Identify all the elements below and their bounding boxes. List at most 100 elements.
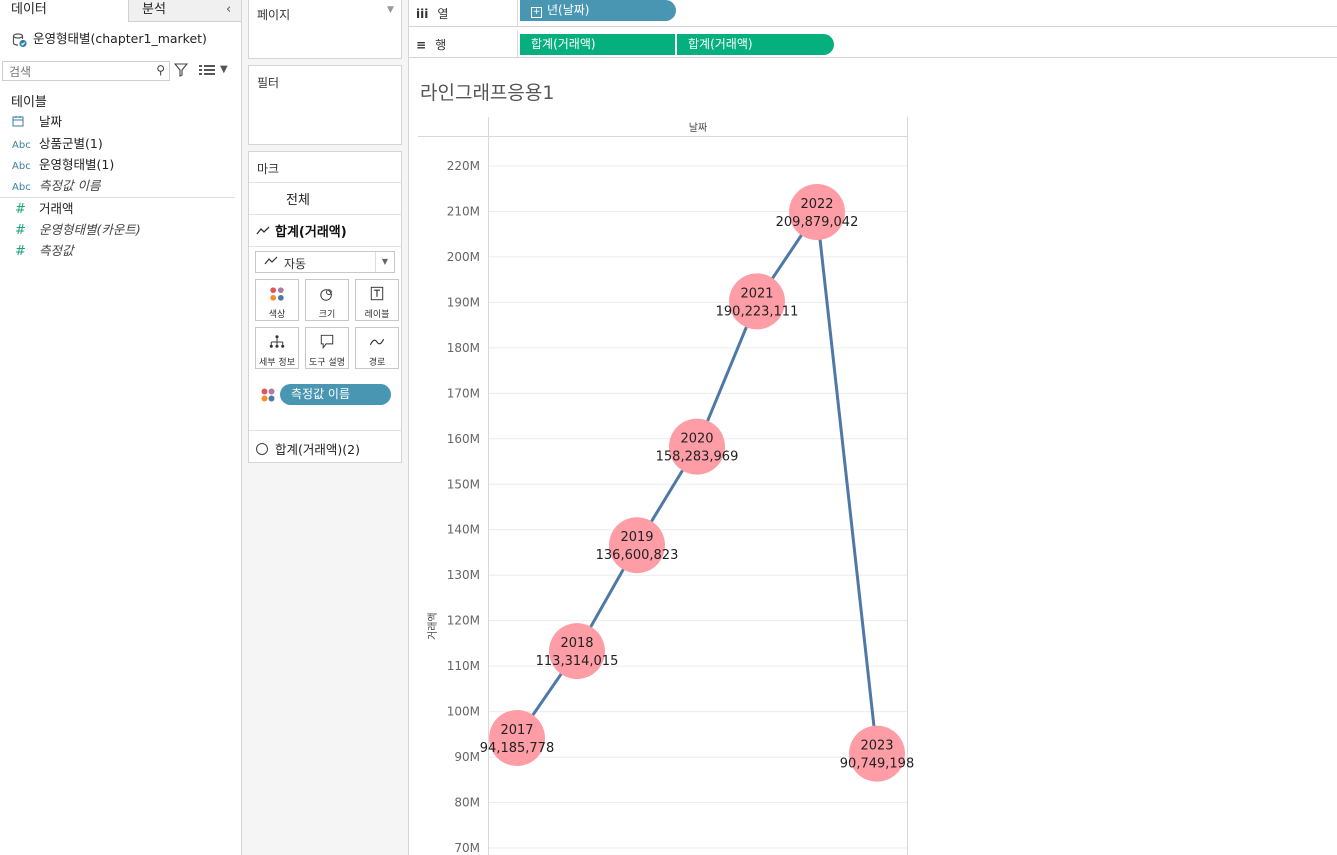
y-tick-label: 110M — [447, 659, 480, 673]
chevron-down-icon[interactable]: ▼ — [387, 5, 394, 15]
axis-divider — [488, 117, 489, 855]
data-point-marker[interactable] — [489, 710, 545, 767]
data-label-year: 2017 — [500, 723, 533, 738]
data-label-value: 158,283,969 — [656, 450, 739, 465]
rows-icon: ≡ — [416, 38, 427, 52]
divider — [249, 182, 401, 183]
marks-card: 마크 전체 합계(거래액) 자동 ▼ 색상 크기 레이블 세부 정보 도구 설명… — [248, 151, 402, 463]
sum-amount-pill[interactable]: 합계(거래액) — [520, 34, 675, 55]
divider — [517, 31, 518, 57]
mark-type-value: 자동 — [284, 257, 307, 271]
datasource-icon — [12, 32, 27, 47]
y-tick-label: 80M — [454, 796, 480, 810]
field-measure-names[interactable]: Abc 측정값 이름 — [12, 176, 100, 196]
data-point-marker[interactable] — [849, 725, 905, 782]
number-type-icon: # — [15, 223, 26, 238]
data-label-value: 190,223,111 — [716, 304, 799, 319]
header-divider — [418, 136, 908, 137]
series-line — [515, 210, 879, 754]
data-point-marker[interactable] — [549, 623, 605, 680]
marks-tab-sum[interactable]: 합계(거래액) — [256, 221, 347, 240]
marks-tab-all[interactable]: 전체 — [286, 189, 310, 208]
data-point-marker[interactable] — [669, 418, 725, 475]
search-input[interactable] — [7, 63, 151, 81]
search-icon[interactable]: ⚲ — [156, 63, 165, 77]
field-date[interactable]: 날짜 — [12, 112, 62, 132]
year-date-pill[interactable]: + 년(날짜) — [520, 0, 676, 21]
y-tick-label: 210M — [447, 204, 480, 218]
year-date-pill-label: 년(날짜) — [547, 3, 590, 17]
filter-icon[interactable] — [174, 63, 188, 77]
field-label: 운영형태별(1) — [39, 157, 115, 172]
y-tick-label: 100M — [447, 705, 480, 719]
column-header: 날짜 — [688, 123, 708, 134]
marks-sum-label: 합계(거래액) — [275, 225, 347, 240]
field-operation-type[interactable]: Abc 운영형태별(1) — [12, 155, 114, 175]
pages-card-title: 페이지 — [257, 8, 291, 22]
y-tick-label: 120M — [447, 614, 480, 628]
string-type-icon: Abc — [12, 140, 31, 151]
field-label: 측정값 이름 — [39, 178, 101, 193]
text-label-icon — [370, 286, 384, 301]
y-tick-label: 70M — [454, 841, 480, 855]
tooltip-button-label: 도구 설명 — [309, 358, 345, 368]
line-mark-icon — [264, 256, 278, 265]
field-measure-values[interactable]: # 측정값 — [12, 241, 74, 261]
pages-card[interactable]: 페이지 ▼ — [248, 0, 402, 59]
chevron-down-icon[interactable]: ▼ — [220, 64, 228, 75]
data-label-value: 90,749,198 — [840, 757, 914, 772]
list-view-icon[interactable] — [199, 64, 215, 76]
marks-tab-sum-2[interactable]: 합계(거래액)(2) — [256, 439, 360, 458]
measure-names-color-pill[interactable]: 측정값 이름 — [280, 384, 391, 405]
detail-button[interactable]: 세부 정보 — [255, 327, 299, 369]
size-button-label: 크기 — [318, 310, 336, 320]
label-button-label: 레이블 — [364, 310, 390, 320]
marks-sum2-label: 합계(거래액)(2) — [275, 442, 360, 457]
y-tick-label: 180M — [447, 341, 480, 355]
data-point-marker[interactable] — [789, 184, 845, 241]
mark-type-dropdown[interactable]: 자동 ▼ — [255, 251, 395, 273]
rows-shelf[interactable]: ≡ 행 합계(거래액) 합계(거래액) — [409, 31, 1337, 58]
path-button[interactable]: 경로 — [355, 327, 399, 369]
data-label-value: 136,600,823 — [596, 548, 679, 563]
y-tick-label: 140M — [447, 523, 480, 537]
tab-analysis[interactable]: 분석 — [128, 0, 241, 22]
chevron-down-icon[interactable]: ▼ — [375, 252, 394, 272]
datasource-row[interactable]: 운영형태별(chapter1_market) — [12, 28, 207, 47]
color-button[interactable]: 색상 — [255, 279, 299, 321]
filters-card[interactable]: 필터 — [248, 65, 402, 145]
field-operation-count[interactable]: # 운영형태별(카운트) — [12, 220, 141, 240]
label-button[interactable]: 레이블 — [355, 279, 399, 321]
line-mark-icon — [256, 226, 270, 235]
y-tick-label: 150M — [447, 477, 480, 491]
divider — [517, 0, 518, 26]
field-product-group[interactable]: Abc 상품군별(1) — [12, 134, 103, 154]
field-label: 운영형태별(카운트) — [39, 222, 141, 237]
tooltip-button[interactable]: 도구 설명 — [305, 327, 349, 369]
tab-data[interactable]: 데이터 — [0, 0, 128, 22]
sum-amount-pill-2[interactable]: 합계(거래액) — [677, 34, 834, 55]
collapse-pane-icon[interactable]: ‹ — [226, 2, 231, 17]
string-type-icon: Abc — [12, 182, 31, 193]
data-point-marker[interactable] — [729, 273, 785, 330]
divider — [249, 430, 401, 431]
data-label-value: 113,314,015 — [536, 654, 619, 669]
datasource-name: 운영형태별(chapter1_market) — [33, 31, 207, 46]
calendar-icon — [12, 114, 39, 134]
data-label-year: 2020 — [680, 432, 713, 447]
data-point-marker[interactable] — [609, 517, 665, 574]
y-axis-title: 거래액 — [428, 612, 439, 640]
expand-icon[interactable]: + — [531, 7, 542, 18]
data-label-year: 2019 — [620, 530, 653, 545]
size-button[interactable]: 크기 — [305, 279, 349, 321]
data-label-year: 2018 — [560, 636, 593, 651]
data-label-value: 94,185,778 — [480, 741, 554, 756]
search-field[interactable]: ⚲ — [2, 61, 170, 81]
marks-card-title: 마크 — [257, 162, 280, 176]
y-tick-label: 220M — [447, 159, 480, 173]
field-transaction-amount[interactable]: # 거래액 — [12, 199, 74, 219]
columns-shelf[interactable]: iii 열 + 년(날짜) — [409, 0, 1337, 27]
string-type-icon: Abc — [12, 161, 31, 172]
tables-heading: 테이블 — [11, 95, 47, 110]
columns-shelf-label: iii 열 — [416, 7, 449, 21]
